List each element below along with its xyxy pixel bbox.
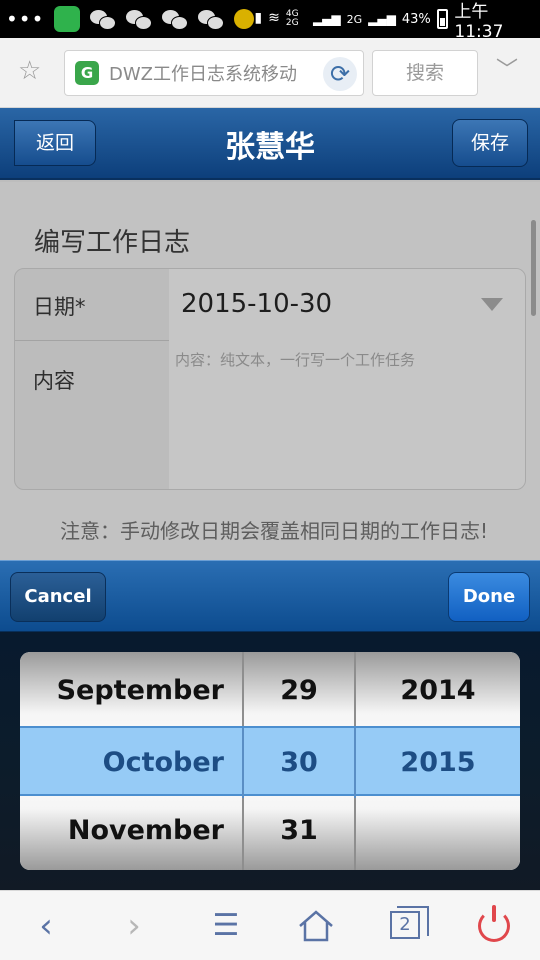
refresh-icon[interactable]: ⟳: [323, 57, 357, 91]
browser-bottom-nav: ‹ › ☰ 2: [0, 890, 540, 960]
sim2-label: 2G: [346, 12, 363, 26]
dropdown-arrow-icon: [481, 298, 503, 311]
battery-percent: 43%: [401, 11, 431, 27]
notification-bubble-icon: [234, 9, 255, 29]
date-row: 日期* 2015-10-30: [15, 269, 525, 341]
tabs-icon[interactable]: 2: [374, 891, 434, 960]
power-symbol: [478, 905, 510, 942]
month-option[interactable]: November: [20, 796, 242, 866]
content-textarea[interactable]: 内容：纯文本，一行写一个工作任务: [169, 341, 525, 489]
wechat-icon: [198, 8, 225, 30]
search-button[interactable]: 搜索: [372, 50, 478, 96]
security-shield-icon: G: [75, 61, 99, 85]
year-option[interactable]: 2014: [356, 656, 520, 726]
vibrate-icon: ▮: [254, 10, 263, 26]
bookmark-star-icon[interactable]: ☆: [18, 58, 41, 84]
selected-day[interactable]: 30: [244, 728, 354, 798]
url-text: DWZ工作日志系统移动: [109, 64, 297, 85]
picker-wheels: September November 29 31 2014 October 30…: [20, 652, 520, 870]
wechat-icon: [162, 8, 189, 30]
date-picker: September November 29 31 2014 October 30…: [0, 632, 540, 890]
signal-icon: ▂▄▆: [368, 12, 396, 26]
address-bar[interactable]: G DWZ工作日志系统移动 ⟳: [64, 50, 364, 96]
system-status: ▮ ≋ 4G 2G ▂▄▆ 2G ▂▄▆ 43% 上午11:37: [254, 0, 534, 42]
back-icon[interactable]: ‹: [16, 891, 76, 960]
wechat-icon: [90, 8, 117, 30]
page-body: 编写工作日志 日期* 2015-10-30 内容 内容：纯文本，一行写一个工作任…: [0, 182, 540, 560]
day-option[interactable]: 31: [244, 796, 354, 866]
web-page: 返回 张慧华 保存 编写工作日志 日期* 2015-10-30 内容 内容：纯文…: [0, 108, 540, 560]
home-icon[interactable]: [286, 891, 346, 960]
more-notifications-icon: •••: [6, 7, 45, 31]
tabs-count: 2: [390, 906, 429, 939]
network-type-label: 4G 2G: [285, 9, 299, 28]
page-scrollbar[interactable]: [531, 220, 536, 316]
battery-icon: [436, 9, 449, 29]
shopping-app-icon: [54, 6, 81, 32]
screen: ••• ▮ ≋ 4G 2G ▂▄▆ 2G ▂▄▆ 43% 上午11:37 ☆ G…: [0, 0, 540, 960]
overwrite-note: 注意：手动修改日期会覆盖相同日期的工作日志!: [59, 519, 489, 543]
month-option[interactable]: September: [20, 656, 242, 726]
content-label: 内容: [33, 369, 75, 393]
status-bar: ••• ▮ ≋ 4G 2G ▂▄▆ 2G ▂▄▆ 43% 上午11:37: [0, 0, 540, 42]
selection-band: October 30 2015: [20, 726, 520, 798]
form-title: 编写工作日志: [34, 228, 191, 258]
power-icon[interactable]: [464, 891, 524, 960]
wechat-icon: [126, 8, 153, 30]
browser-toolbar: ☆ G DWZ工作日志系统移动 ⟳ 搜索 ﹀: [0, 38, 540, 108]
forward-icon[interactable]: ›: [104, 891, 164, 960]
signal-icon: ▂▄▆: [312, 12, 341, 26]
worklog-form: 日期* 2015-10-30 内容 内容：纯文本，一行写一个工作任务: [14, 268, 526, 490]
day-option[interactable]: 29: [244, 656, 354, 726]
menu-icon[interactable]: ☰: [196, 891, 256, 960]
clock: 上午11:37: [454, 1, 504, 42]
selected-month[interactable]: October: [20, 728, 242, 798]
save-button[interactable]: 保存: [452, 119, 528, 167]
date-select[interactable]: 2015-10-30: [169, 269, 525, 341]
date-value: 2015-10-30: [181, 289, 333, 319]
wifi-icon: ≋: [268, 10, 280, 26]
date-picker-toolbar: Cancel Done: [0, 560, 540, 632]
selected-year[interactable]: 2015: [356, 728, 520, 798]
cancel-button[interactable]: Cancel: [10, 572, 106, 622]
done-button[interactable]: Done: [448, 572, 530, 622]
content-placeholder: 内容：纯文本，一行写一个工作任务: [175, 351, 416, 369]
page-header: 返回 张慧华 保存: [0, 108, 540, 180]
chevron-down-icon[interactable]: ﹀: [496, 60, 518, 82]
date-label: 日期*: [33, 295, 86, 319]
year-option[interactable]: [356, 796, 520, 866]
notification-icons: •••: [6, 6, 255, 32]
